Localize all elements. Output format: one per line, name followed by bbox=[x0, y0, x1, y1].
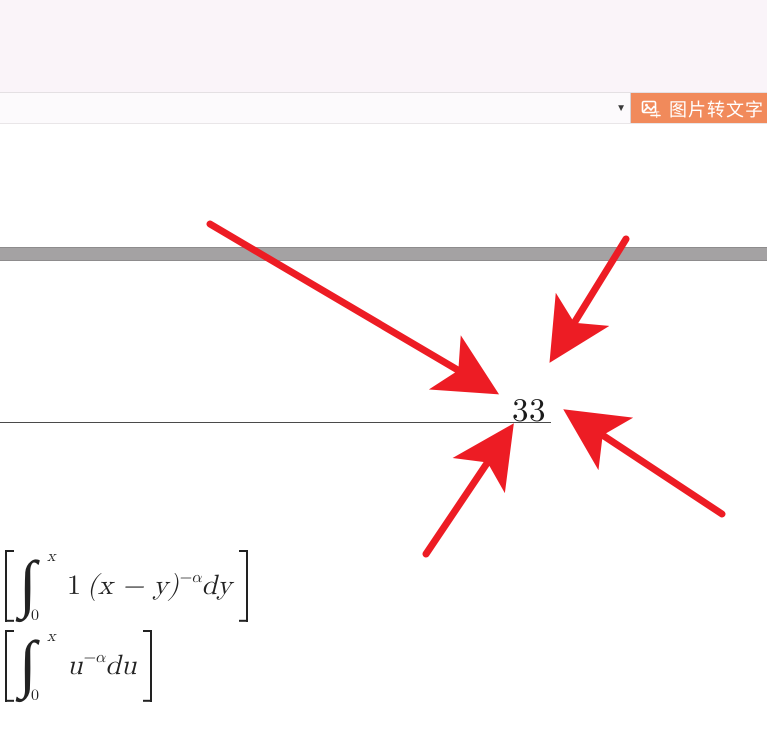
ruler-bar bbox=[0, 247, 767, 261]
image-to-text-button[interactable]: T 图片转文字 bbox=[631, 93, 767, 124]
image-to-text-label: 图片转文字 bbox=[669, 96, 764, 122]
arrow-bottom-right bbox=[572, 415, 722, 514]
right-bracket-icon bbox=[236, 550, 250, 622]
integral-upper-1: x bbox=[47, 548, 55, 567]
ocr-icon: T bbox=[641, 99, 661, 119]
app-header-band bbox=[0, 0, 767, 93]
integrand-2: u−αdu bbox=[59, 649, 140, 683]
integral-sign: ∫ 0 x bbox=[17, 550, 59, 622]
integrand-1: 1(x − y)−αdy bbox=[59, 569, 236, 603]
integral-lower-2: 0 bbox=[31, 687, 39, 706]
arrow-bottom-left bbox=[426, 432, 508, 554]
math-line-1: ∫ 0 x 1(x − y)−αdy bbox=[3, 548, 250, 624]
right-bracket-icon bbox=[140, 630, 154, 702]
left-bracket-icon bbox=[3, 550, 17, 622]
svg-text:T: T bbox=[654, 110, 661, 119]
page-number: 33 bbox=[512, 384, 546, 431]
integral-sign: ∫ 0 x bbox=[17, 630, 59, 702]
math-block: ∫ 0 x 1(x − y)−αdy ∫ 0 x u−αdu bbox=[3, 548, 250, 704]
integral-lower-1: 0 bbox=[31, 607, 39, 626]
ribbon-spacer bbox=[0, 123, 767, 248]
page-number-rule bbox=[0, 422, 551, 423]
integral-upper-2: x bbox=[47, 628, 55, 647]
left-bracket-icon bbox=[3, 630, 17, 702]
math-line-2: ∫ 0 x u−αdu bbox=[3, 628, 250, 704]
caret-down-icon: ▼ bbox=[616, 103, 626, 114]
font-style-dropdown[interactable]: ▼ bbox=[0, 93, 631, 124]
toolbar: ▼ T 图片转文字 bbox=[0, 92, 767, 125]
